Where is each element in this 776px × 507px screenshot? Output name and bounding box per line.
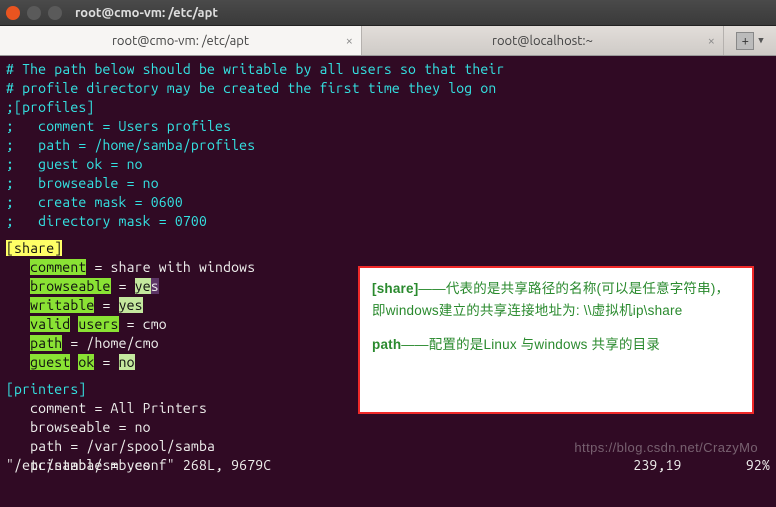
close-tab-icon[interactable]: × <box>708 34 715 48</box>
annotation-path: path——配置的是Linux 与windows 共享的目录 <box>372 334 740 356</box>
key-comment: comment <box>30 259 86 275</box>
tab-active[interactable]: root@cmo-vm: /etc/apt × <box>0 26 362 55</box>
window-titlebar: root@cmo-vm: /etc/apt <box>0 0 776 26</box>
printers-line: comment = All Printers <box>30 400 207 416</box>
tabbar-actions: + ▼ <box>724 26 776 55</box>
code-line: # profile directory may be created the f… <box>6 80 496 96</box>
minimize-icon[interactable] <box>27 6 41 20</box>
annotation-share-key: [share] <box>372 281 418 296</box>
code-line: ; browseable = no <box>6 175 159 191</box>
tab-bar: root@cmo-vm: /etc/apt × root@localhost:~… <box>0 26 776 56</box>
tab-label: root@cmo-vm: /etc/apt <box>112 34 249 48</box>
key-browseable: browseable <box>30 278 110 294</box>
val-browseable-a: ye <box>135 278 151 294</box>
annotation-path-text: ——配置的是Linux 与windows 共享的目录 <box>401 337 660 352</box>
annotation-box: [share]——代表的是共享路径的名称(可以是任意字符串)，即windows建… <box>358 266 754 414</box>
printers-line: browseable = no <box>30 419 151 435</box>
annotation-path-key: path <box>372 337 401 352</box>
close-tab-icon[interactable]: × <box>346 34 353 48</box>
code-line: ; create mask = 0600 <box>6 194 183 210</box>
val-guest: no <box>119 354 135 370</box>
code-line: ; comment = Users profiles <box>6 118 231 134</box>
section-share: share <box>14 240 54 256</box>
status-position: 239,19 92% <box>633 456 770 475</box>
key-path: path <box>30 335 62 351</box>
spacer <box>372 322 740 334</box>
val-path: /home/cmo <box>86 335 158 351</box>
annotation-share-text: ——代表的是共享路径的名称(可以是任意字符串)，即windows建立的共享连接地… <box>372 281 729 318</box>
annotation-share: [share]——代表的是共享路径的名称(可以是任意字符串)，即windows建… <box>372 278 740 322</box>
window-title: root@cmo-vm: /etc/apt <box>75 6 218 20</box>
vim-status-bar: "/etc/samba/smb.conf" 268L, 9679C 239,19… <box>6 456 770 475</box>
tab-inactive[interactable]: root@localhost:~ × <box>362 26 724 55</box>
code-line: # The path below should be writable by a… <box>6 61 504 77</box>
val-browseable-b: s <box>151 278 159 294</box>
section-bracket: [ <box>6 240 14 256</box>
printers-line: path = /var/spool/samba <box>30 438 215 454</box>
close-icon[interactable] <box>6 6 20 20</box>
tab-label: root@localhost:~ <box>492 34 593 48</box>
tab-menu-dropdown-icon[interactable]: ▼ <box>758 35 763 46</box>
spacer <box>6 231 770 239</box>
status-file: "/etc/samba/smb.conf" 268L, 9679C <box>6 456 633 475</box>
comment-block: # The path below should be writable by a… <box>6 60 770 231</box>
key-guest-a: guest <box>30 354 70 370</box>
val-writable: yes <box>119 297 143 313</box>
key-guest-b: ok <box>78 354 94 370</box>
code-line: ; path = /home/samba/profiles <box>6 137 255 153</box>
section-printers: [printers] <box>6 381 86 397</box>
section-bracket: ] <box>54 240 62 256</box>
key-writable: writable <box>30 297 94 313</box>
maximize-icon[interactable] <box>48 6 62 20</box>
code-line: ;[profiles] <box>6 99 94 115</box>
val-valid: cmo <box>143 316 167 332</box>
val-comment: share with windows <box>111 259 256 275</box>
code-line: ; guest ok = no <box>6 156 143 172</box>
terminal-area[interactable]: # The path below should be writable by a… <box>0 56 776 479</box>
code-line: ; directory mask = 0700 <box>6 213 207 229</box>
key-valid-a: valid <box>30 316 70 332</box>
watermark: https://blog.csdn.net/CrazyMo <box>574 438 758 457</box>
key-valid-b: users <box>78 316 118 332</box>
new-tab-button[interactable]: + <box>736 32 754 50</box>
